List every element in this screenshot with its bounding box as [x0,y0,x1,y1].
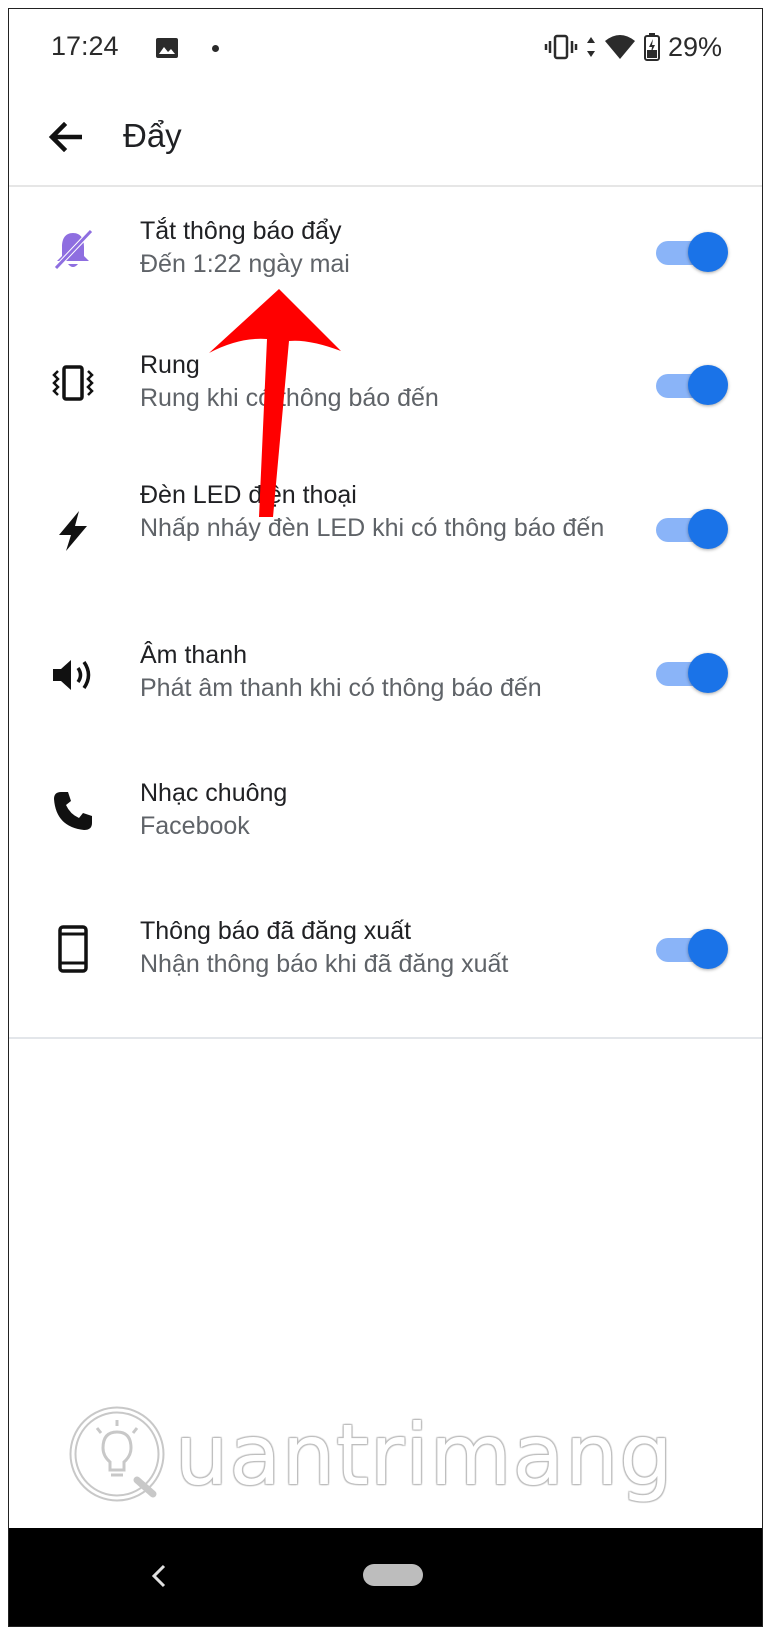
toggle-thumb [688,653,728,693]
setting-subtitle: Facebook [140,812,250,840]
phone-screen: 17:24 29% Đẩy Tắt thông báo đẩy Đến 1:22… [8,8,763,1627]
setting-logged-out[interactable]: Thông báo đã đăng xuất Nhận thông báo kh… [9,915,762,1035]
setting-subtitle: Nhấp nháy đèn LED khi có thông báo đến [140,514,605,542]
flash-icon [47,505,99,557]
setting-title: Thông báo đã đăng xuất [140,917,412,945]
home-pill-icon[interactable] [363,1564,423,1586]
list-divider [9,1037,762,1039]
battery-icon [643,33,660,61]
setting-text: Rung Rung khi có thông báo đến [140,349,632,415]
setting-vibrate[interactable]: Rung Rung khi có thông báo đến [9,345,762,465]
watermark-text: uantrimang [175,1406,674,1504]
setting-led[interactable]: Đèn LED điện thoại Nhấp nháy đèn LED khi… [9,479,762,629]
sound-toggle[interactable] [652,651,728,695]
status-icons: 29% [544,29,722,65]
mute-push-toggle[interactable] [652,230,728,274]
setting-text: Âm thanh Phát âm thanh khi có thông báo … [140,639,632,705]
toggle-thumb [688,929,728,969]
status-bar: 17:24 29% [9,9,762,87]
smartphone-icon [47,923,99,975]
bell-off-icon [47,223,99,275]
setting-subtitle: Đến 1:22 ngày mai [140,250,350,278]
vibrate-icon [47,357,99,409]
arrow-left-icon [48,122,82,152]
nav-back-button[interactable] [137,1554,181,1598]
image-icon [156,38,178,58]
setting-subtitle: Rung khi có thông báo đến [140,384,439,412]
setting-title: Âm thanh [140,641,248,669]
setting-text: Thông báo đã đăng xuất Nhận thông báo kh… [140,915,632,981]
vibrate-toggle[interactable] [652,363,728,407]
toggle-thumb [688,509,728,549]
app-bar: Đẩy [9,87,762,187]
setting-text: Nhạc chuông Facebook [140,777,632,843]
setting-title: Nhạc chuông [140,779,288,807]
page-title: Đẩy [123,117,182,154]
setting-title: Tắt thông báo đẩy [140,217,342,245]
setting-subtitle: Nhận thông báo khi đã đăng xuất [140,950,509,978]
back-button[interactable] [37,109,93,165]
watermark: uantrimang [67,1394,687,1514]
data-arrows-icon [586,37,595,57]
notification-dot [212,45,219,52]
setting-title: Rung [140,351,200,379]
toggle-thumb [688,232,728,272]
lightbulb-logo-icon [69,1406,165,1502]
setting-text: Tắt thông báo đẩy Đến 1:22 ngày mai [140,215,632,281]
setting-text: Đèn LED điện thoại Nhấp nháy đèn LED khi… [140,479,632,545]
system-nav-bar [9,1528,762,1626]
setting-subtitle: Phát âm thanh khi có thông báo đến [140,674,542,702]
vibrate-icon [544,34,578,60]
wifi-icon [604,35,635,59]
led-toggle[interactable] [652,507,728,551]
setting-ringtone[interactable]: Nhạc chuông Facebook [9,777,762,897]
setting-mute-push[interactable]: Tắt thông báo đẩy Đến 1:22 ngày mai [9,211,762,331]
status-time: 17:24 [51,31,119,61]
setting-title: Đèn LED điện thoại [140,481,357,509]
logged-out-toggle[interactable] [652,927,728,971]
battery-percent: 29% [667,31,722,62]
chevron-left-icon [151,1564,166,1588]
phone-icon [47,785,99,837]
toggle-thumb [688,365,728,405]
setting-sound[interactable]: Âm thanh Phát âm thanh khi có thông báo … [9,639,762,759]
volume-icon [47,649,99,701]
